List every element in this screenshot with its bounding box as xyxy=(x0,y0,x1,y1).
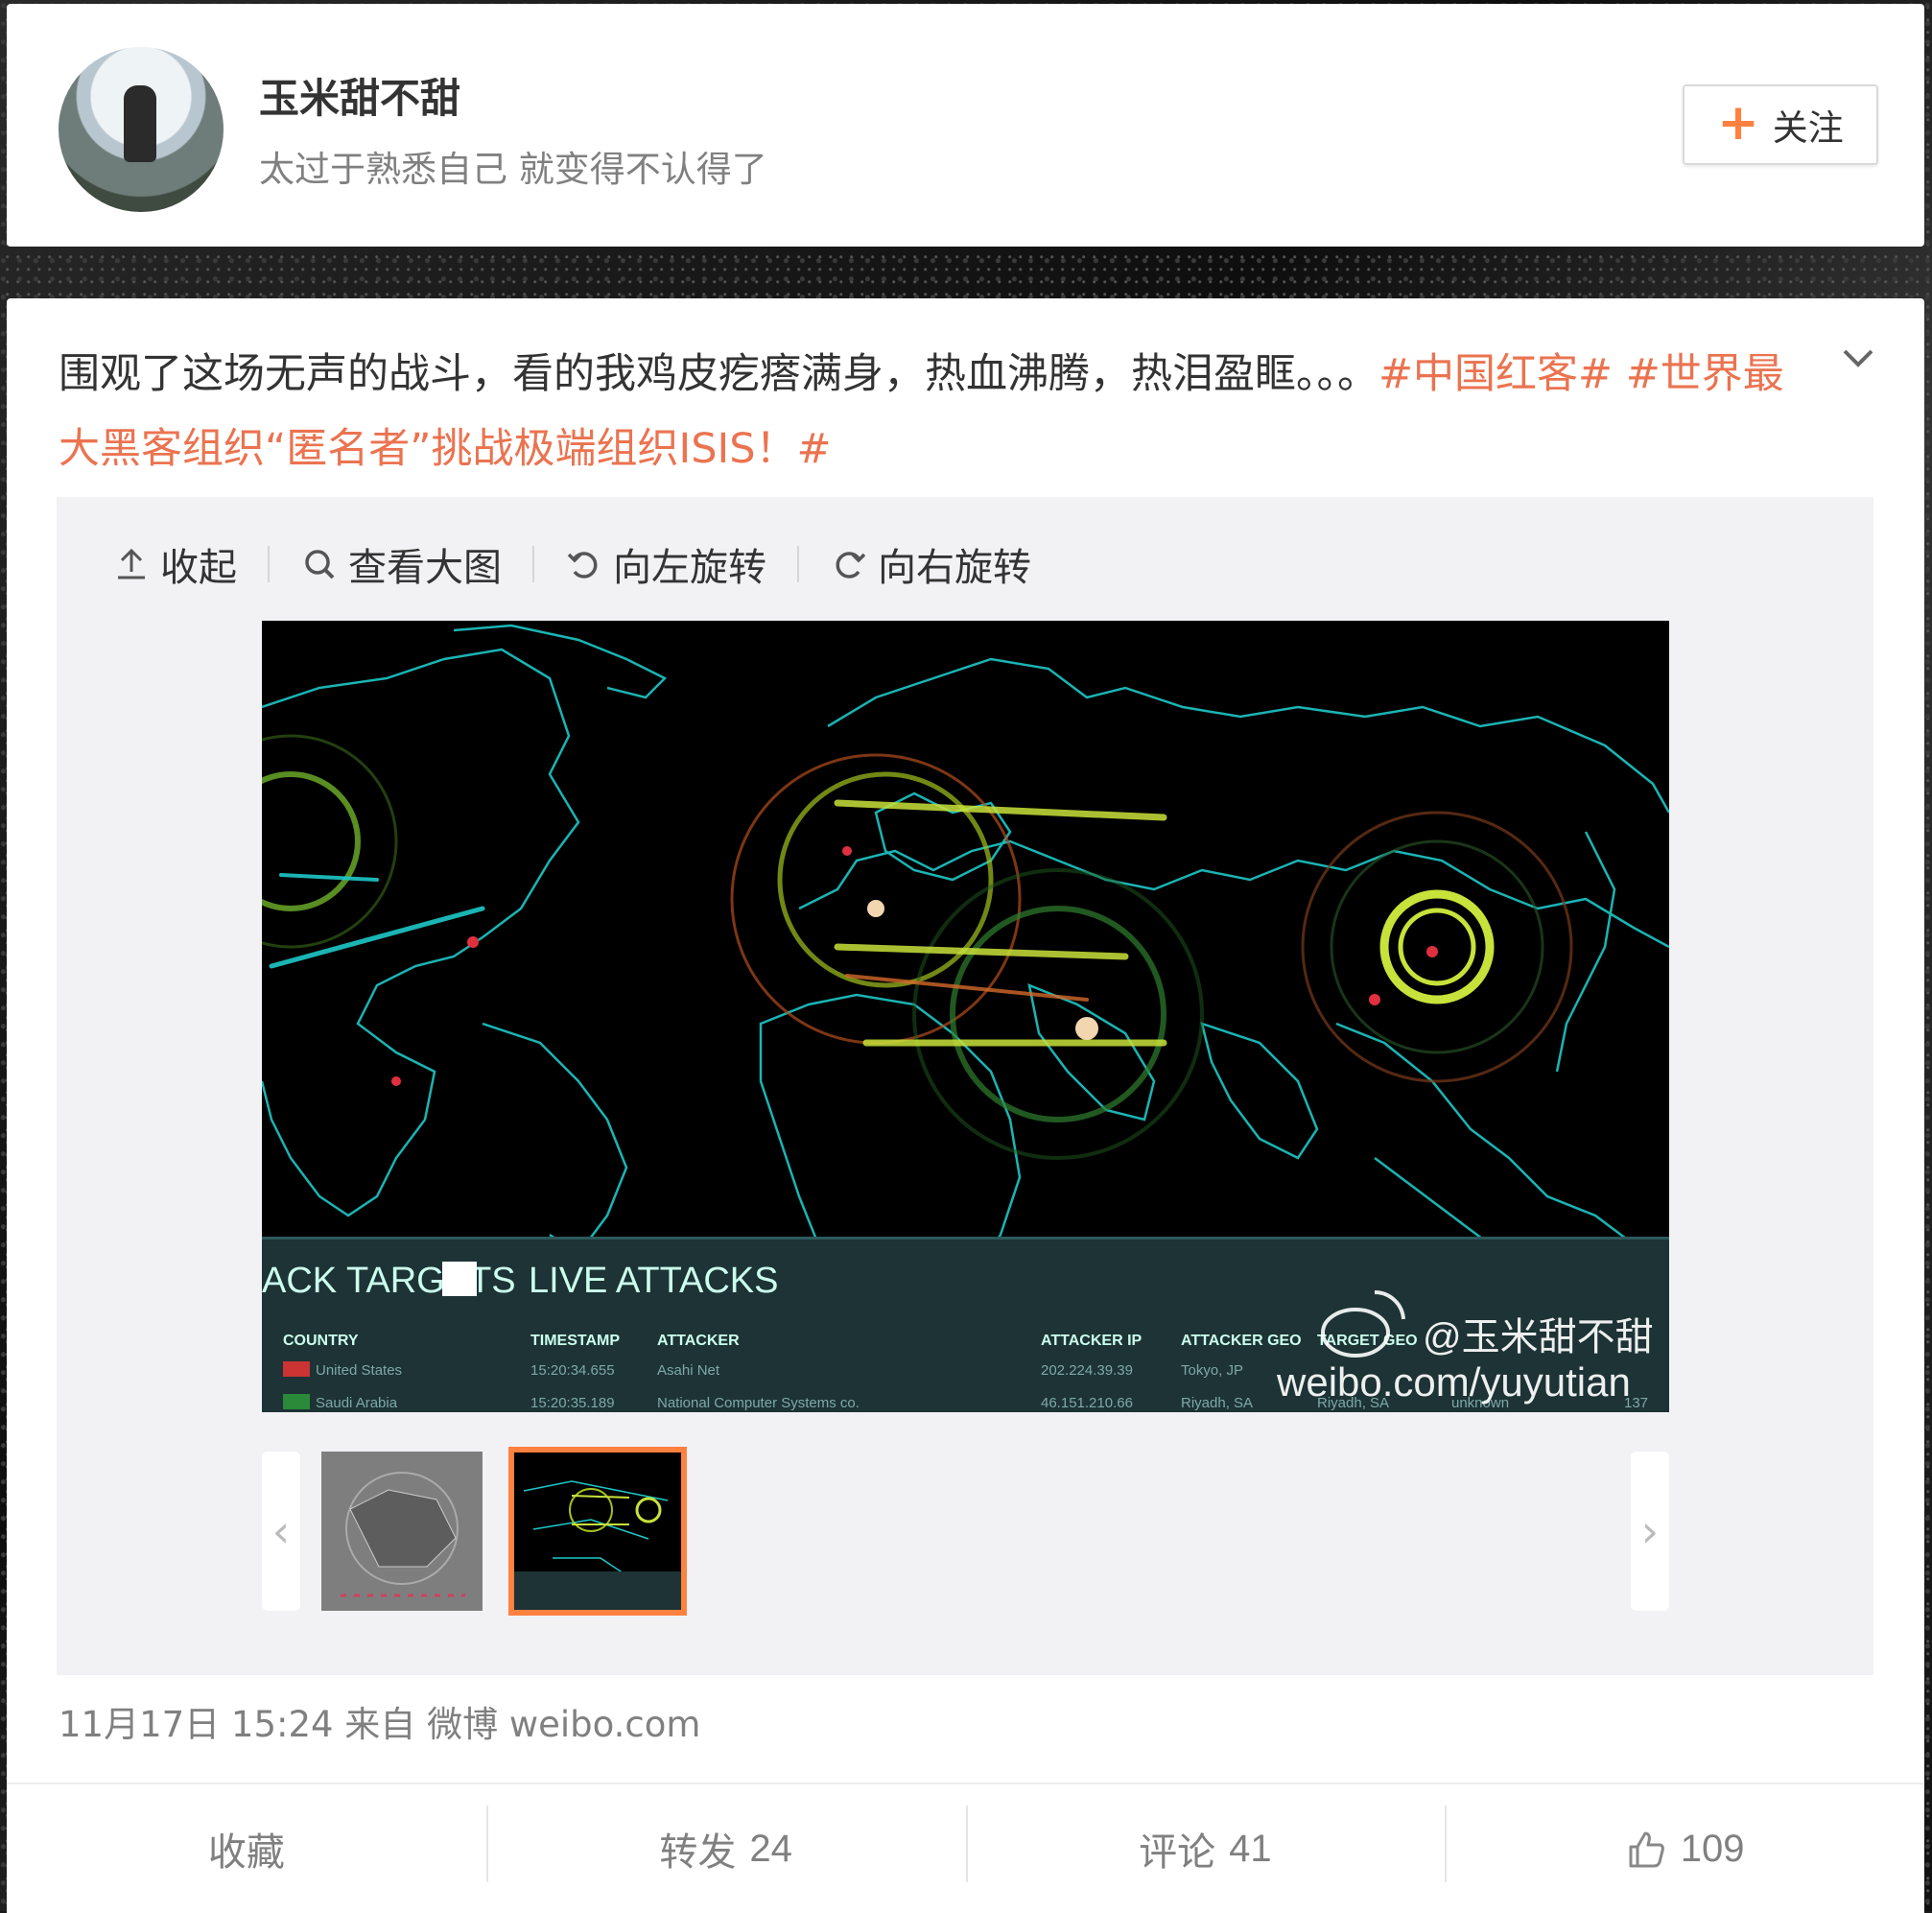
thumbs-up-icon xyxy=(1629,1831,1664,1868)
toolbar-divider xyxy=(797,546,799,582)
col-attacker-geo: ATTACKER GEO xyxy=(1181,1333,1302,1349)
row1-geo: Tokyo, JP xyxy=(1181,1362,1243,1379)
media-toolbar: 收起 查看大图 向左旋转 向右旋转 xyxy=(112,535,1031,593)
row2-ip: 46.151.210.66 xyxy=(1041,1395,1133,1411)
row1-time: 15:20:34.655 xyxy=(530,1362,615,1379)
panel-title-right: LIVE ATTACKS xyxy=(529,1261,778,1301)
col-attacker: ATTACKER xyxy=(657,1333,740,1349)
hashtag-link[interactable]: #中国红客# xyxy=(1378,350,1613,398)
avatar[interactable] xyxy=(59,47,224,212)
rotate-left-button[interactable]: 向左旋转 xyxy=(565,536,766,592)
media-viewer: 收起 查看大图 向左旋转 向右旋转 ACK TARGETS LIVE ATTAC… xyxy=(57,497,1873,1675)
like-count: 109 xyxy=(1680,1827,1745,1870)
thumbnail[interactable] xyxy=(321,1452,483,1611)
thumbnail-selected[interactable] xyxy=(508,1447,687,1616)
post-timestamp[interactable]: 11月17日 15:24 来自 微博 weibo.com xyxy=(59,1695,700,1747)
toolbar-divider xyxy=(268,546,270,582)
follow-button[interactable]: + 关注 xyxy=(1683,84,1878,165)
thumb-prev-button[interactable]: ‹ xyxy=(262,1452,300,1611)
post-card: 围观了这场无声的战斗，看的我鸡皮疙瘩满身，热血沸腾，热泪盈眶。。。#中国红客# … xyxy=(7,298,1924,1913)
attack-map-image[interactable]: ACK TARGETS LIVE ATTACKS COUNTRY TIMESTA… xyxy=(262,621,1669,1412)
action-bar: 收藏 转发 24 评论 41 109 xyxy=(7,1783,1924,1913)
plus-icon: + xyxy=(1717,94,1759,152)
favorite-button[interactable]: 收藏 xyxy=(7,1784,486,1913)
collapse-button[interactable]: 收起 xyxy=(112,536,237,592)
row1-attacker: Asahi Net xyxy=(657,1362,720,1379)
comment-button[interactable]: 评论 41 xyxy=(965,1784,1446,1913)
watermark-url: weibo.com/yuyutian xyxy=(1276,1359,1631,1405)
row1-ip: 202.224.39.39 xyxy=(1041,1362,1133,1379)
thumbnail-strip: ‹ › xyxy=(262,1447,1669,1616)
like-button[interactable]: 109 xyxy=(1445,1784,1924,1913)
repost-label: 转发 xyxy=(659,1830,737,1875)
post-body: 围观了这场无声的战斗，看的我鸡皮疙瘩满身，热血沸腾，热泪盈眶。。。 xyxy=(59,350,1378,398)
view-large-button[interactable]: 查看大图 xyxy=(300,536,502,592)
avatar-figure xyxy=(124,85,156,162)
chevron-down-icon[interactable] xyxy=(1839,339,1877,377)
row1-country: United States xyxy=(316,1362,402,1379)
favorite-label: 收藏 xyxy=(207,1830,285,1875)
rotate-left-icon xyxy=(567,552,598,579)
search-icon xyxy=(305,550,335,579)
comment-count: 41 xyxy=(1229,1827,1272,1870)
row2-attacker: National Computer Systems co. xyxy=(657,1395,860,1411)
collapse-icon xyxy=(118,548,145,579)
repost-button[interactable]: 转发 24 xyxy=(485,1784,966,1913)
row2-geo: Riyadh, SA xyxy=(1181,1395,1253,1411)
username[interactable]: 玉米甜不甜 xyxy=(259,66,460,125)
follow-label: 关注 xyxy=(1772,107,1844,149)
panel-toggle-icon xyxy=(442,1262,477,1296)
profile-card: 玉米甜不甜 太过于熟悉自己 就变得不认得了 + 关注 xyxy=(7,4,1924,247)
chevron-right-icon: › xyxy=(1640,1505,1660,1557)
row2-country: Saudi Arabia xyxy=(316,1395,398,1411)
chevron-left-icon: ‹ xyxy=(271,1505,291,1557)
col-timestamp: TIMESTAMP xyxy=(530,1333,620,1349)
collapse-label: 收起 xyxy=(160,546,237,590)
view-large-label: 查看大图 xyxy=(348,546,502,590)
rotate-right-icon xyxy=(836,552,866,579)
rotate-right-label: 向右旋转 xyxy=(878,546,1031,590)
col-attacker-ip: ATTACKER IP xyxy=(1041,1333,1143,1349)
col-country: COUNTRY xyxy=(283,1333,359,1349)
watermark-user: @玉米甜不甜 xyxy=(1423,1316,1654,1358)
bio: 太过于熟悉自己 就变得不认得了 xyxy=(259,149,767,190)
comment-label: 评论 xyxy=(1139,1830,1216,1875)
toolbar-divider xyxy=(532,546,534,582)
thumb-next-button[interactable]: › xyxy=(1631,1452,1669,1611)
rotate-right-button[interactable]: 向右旋转 xyxy=(830,536,1031,592)
row2-time: 15:20:35.189 xyxy=(530,1395,615,1411)
post-text: 围观了这场无声的战斗，看的我鸡皮疙瘩满身，热血沸腾，热泪盈眶。。。#中国红客# … xyxy=(59,337,1824,486)
panel-title-left: ACK TARGETS xyxy=(262,1261,516,1301)
repost-count: 24 xyxy=(749,1827,792,1870)
rotate-left-label: 向左旋转 xyxy=(613,546,766,590)
